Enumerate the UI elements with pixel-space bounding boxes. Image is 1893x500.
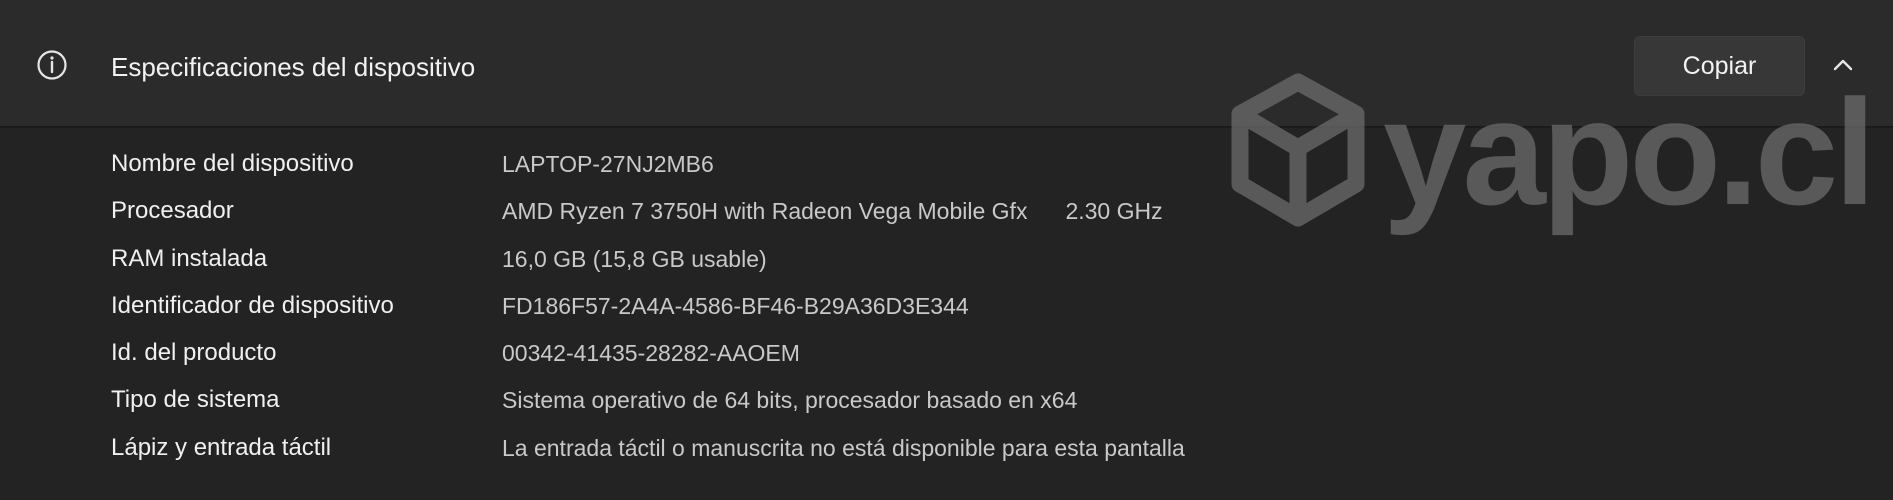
spec-value: La entrada táctil o manuscrita no está d…	[502, 434, 1185, 461]
spec-label: Identificador de dispositivo	[111, 291, 394, 319]
spec-value: AMD Ryzen 7 3750H with Radeon Vega Mobil…	[502, 198, 1028, 225]
spec-label: Lápiz y entrada táctil	[111, 433, 332, 461]
spec-value: FD186F57-2A4A-4586-BF46-B29A36D3E344	[502, 292, 969, 319]
spec-row-system-type: Tipo de sistema Sistema operativo de 64 …	[0, 379, 1893, 426]
spec-row-pen-touch: Lápiz y entrada táctil La entrada táctil…	[0, 427, 1893, 474]
spec-row-product-id: Id. del producto 00342-41435-28282-AAOEM	[0, 332, 1893, 379]
spec-row-device-name: Nombre del dispositivo LAPTOP-27NJ2MB6	[0, 143, 1893, 190]
spec-value: 00342-41435-28282-AAOEM	[502, 340, 800, 367]
spec-value-clock-speed: 2.30 GHz	[1065, 198, 1163, 225]
spec-value-wrapper: AMD Ryzen 7 3750H with Radeon Vega Mobil…	[502, 194, 1163, 228]
section-title: Especificaciones del dispositivo	[111, 52, 476, 82]
spec-list: Nombre del dispositivo LAPTOP-27NJ2MB6 P…	[0, 143, 1893, 474]
spec-row-ram: RAM instalada 16,0 GB (15,8 GB usable)	[0, 238, 1893, 285]
copy-button[interactable]: Copiar	[1634, 36, 1805, 96]
spec-row-device-id: Identificador de dispositivo FD186F57-2A…	[0, 285, 1893, 332]
spec-label: Id. del producto	[111, 339, 277, 367]
spec-label: Procesador	[111, 197, 234, 225]
spec-label: Nombre del dispositivo	[111, 150, 354, 177]
device-specifications-panel: Especificaciones del dispositivo Copiar …	[0, 0, 1893, 500]
info-icon	[37, 50, 67, 80]
spec-row-processor: Procesador AMD Ryzen 7 3750H with Radeon…	[0, 190, 1893, 237]
spec-value: LAPTOP-27NJ2MB6	[502, 151, 714, 177]
spec-label: RAM instalada	[111, 244, 268, 272]
chevron-up-icon[interactable]	[1826, 48, 1860, 82]
device-specifications-header[interactable]: Especificaciones del dispositivo Copiar	[0, 0, 1893, 128]
spec-value: Sistema operativo de 64 bits, procesador…	[502, 387, 1078, 414]
spec-label: Tipo de sistema	[111, 386, 280, 414]
spec-value: 16,0 GB (15,8 GB usable)	[502, 245, 767, 272]
